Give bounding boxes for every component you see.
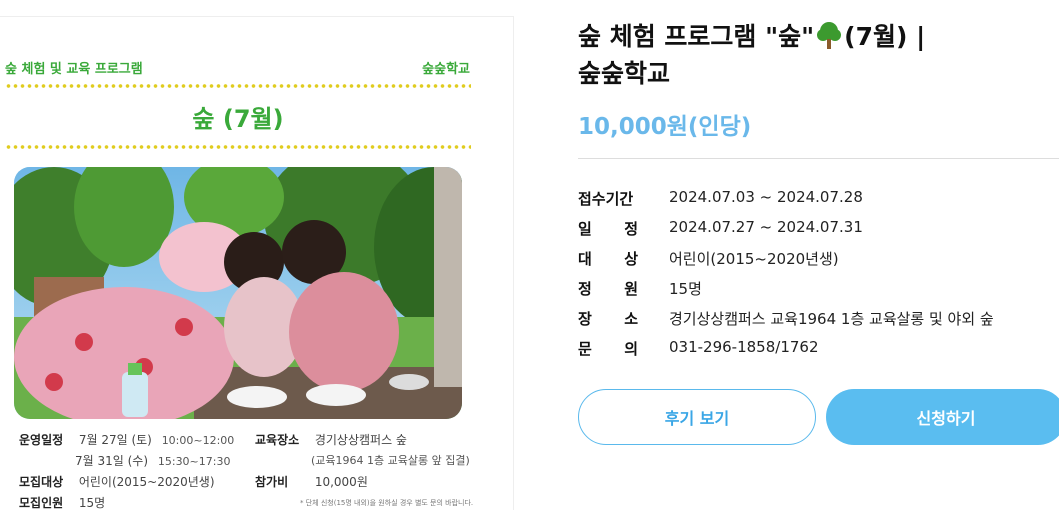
poster-info-fee: 참가비 10,000원 — [255, 475, 368, 489]
divider — [578, 158, 1059, 159]
tree-icon — [814, 20, 844, 50]
poster-info-target: 모집대상 어린이(2015~2020년생) — [19, 475, 215, 489]
poster-info-place: 교육장소 경기상상캠퍼스 숲 — [255, 433, 407, 447]
spec-label: 장소 — [578, 310, 638, 328]
spec-label: 정원 — [578, 280, 638, 298]
product-title-part1: 숲 체험 프로그램 "숲" — [578, 22, 815, 51]
dotted-divider — [5, 84, 471, 88]
spec-value: 2024.07.03 ~ 2024.07.28 — [669, 188, 863, 206]
spec-value: 031-296-1858/1762 — [669, 338, 819, 356]
program-poster: 숲 체험 및 교육 프로그램 숲숲학교 숲 (7월) 운영일정 7월 27일 (… — [0, 16, 514, 510]
poster-info-place-note: (교육1964 1층 교육살롱 앞 집결) — [311, 454, 470, 467]
poster-info-capacity: 모집인원 15명 — [19, 496, 106, 510]
spec-label: 문의 — [578, 340, 638, 358]
poster-note: * 단체 신청(15명 내외)을 원하실 경우 별도 문의 바랍니다. — [300, 499, 474, 507]
poster-header-left: 숲 체험 및 교육 프로그램 — [5, 61, 143, 77]
apply-button[interactable]: 신청하기 — [826, 389, 1059, 445]
poster-header-right: 숲숲학교 — [422, 61, 470, 77]
poster-header: 숲 체험 및 교육 프로그램 숲숲학교 — [0, 57, 470, 77]
review-button[interactable]: 후기 보기 — [578, 389, 816, 445]
spec-value: 어린이(2015~2020년생) — [669, 250, 839, 268]
poster-info-schedule: 운영일정 7월 27일 (토) 10:00~12:00 — [19, 433, 235, 447]
dotted-divider — [5, 145, 471, 149]
children-activity-photo — [14, 167, 462, 419]
spec-label: 일정 — [578, 220, 638, 238]
poster-title: 숲 (7월) — [192, 105, 284, 133]
price: 10,000원(인당) — [578, 114, 752, 140]
spec-label: 접수기간 — [578, 190, 634, 208]
poster-info-schedule-2: 7월 31일 (수) 15:30~17:30 — [75, 454, 231, 468]
product-title: 숲 체험 프로그램 "숲" (7월) | 숲숲학교 — [578, 18, 1018, 92]
spec-value: 15명 — [669, 280, 702, 298]
product-title-part2: (7월) | — [844, 22, 926, 51]
spec-label: 대상 — [578, 250, 638, 268]
product-title-part3: 숲숲학교 — [578, 59, 671, 88]
spec-value: 경기상상캠퍼스 교육1964 1층 교육살롱 및 야외 숲 — [669, 310, 994, 328]
spec-value: 2024.07.27 ~ 2024.07.31 — [669, 218, 863, 236]
